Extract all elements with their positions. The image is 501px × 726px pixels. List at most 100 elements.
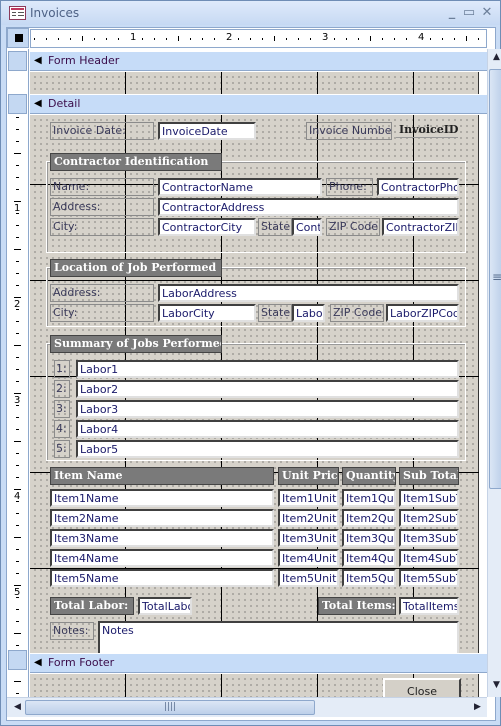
form-footer-grid[interactable]: Close	[30, 674, 479, 697]
ruler-tick	[202, 38, 203, 40]
unit-price-field[interactable]: Item2UnitPr	[278, 509, 339, 527]
unit-price-field[interactable]: Item5UnitPr	[278, 569, 339, 587]
section-selector-footer[interactable]	[8, 650, 27, 670]
ruler-tick	[454, 38, 455, 40]
scroll-up-icon[interactable]: ▲	[488, 49, 501, 66]
ruler-tick	[16, 645, 19, 646]
ruler-label: 4	[418, 32, 425, 43]
ruler-tick	[46, 38, 47, 40]
ruler-tick	[16, 429, 19, 430]
item-name-field[interactable]: Item3Name	[50, 529, 274, 547]
ruler-tick	[14, 297, 21, 298]
total-labor-field[interactable]: TotalLabor	[138, 597, 192, 615]
ruler-tick	[334, 38, 335, 40]
horizontal-scrollbar[interactable]: ◀ |||| ▶	[7, 697, 487, 717]
sub-total-field[interactable]: Item1SubTc	[399, 489, 459, 507]
invoice-number-label: Invoice Number:	[306, 122, 392, 140]
ruler-tick	[16, 549, 19, 550]
contractor-city-field[interactable]: ContractorCity	[158, 218, 256, 236]
contractor-name-field[interactable]: ContractorName	[158, 178, 322, 196]
form-design-area: 1 2 3 4 1 2 3 4 5 ◀ Form Header ◀ Detail…	[6, 27, 501, 721]
invoice-number-field[interactable]: InvoiceID	[396, 122, 458, 138]
total-items-field[interactable]: TotalItems	[399, 597, 459, 615]
title-bar: Invoices _ ▭ ✕	[1, 1, 500, 25]
sub-total-field[interactable]: Item2SubTc	[399, 509, 459, 527]
location-zip-field[interactable]: LaborZIPCode	[386, 304, 459, 322]
form-header-grid[interactable]	[30, 72, 479, 95]
ruler-tick	[16, 597, 19, 598]
ruler-tick	[190, 38, 191, 40]
form-selector[interactable]	[7, 28, 29, 48]
section-arrow-icon: ◀	[34, 657, 42, 668]
section-selector-detail[interactable]	[8, 94, 27, 114]
unit-price-field[interactable]: Item4UnitPr	[278, 549, 339, 567]
ruler-tick	[16, 129, 19, 130]
contractor-phone-field[interactable]: ContractorPhon	[377, 178, 459, 196]
contractor-address-field[interactable]: ContractorAddress	[158, 198, 459, 216]
ruler-tick	[166, 38, 167, 40]
close-button[interactable]: Close	[383, 678, 461, 697]
sub-total-field[interactable]: Item5SubTc	[399, 569, 459, 587]
vertical-scroll-thumb[interactable]	[489, 69, 501, 489]
contractor-state-field[interactable]: Conti	[292, 218, 322, 236]
sub-total-field[interactable]: Item3SubTc	[399, 529, 459, 547]
form-footer-band[interactable]: ◀ Form Footer	[30, 653, 487, 673]
contractor-zip-field[interactable]: ContractorZIPC	[382, 218, 459, 236]
scroll-down-icon[interactable]: ▼	[488, 677, 501, 694]
form-header-band[interactable]: ◀ Form Header	[30, 51, 487, 71]
ruler-tick	[16, 285, 19, 286]
invoice-date-field[interactable]: InvoiceDate	[158, 122, 256, 140]
minimize-icon[interactable]: _	[444, 5, 460, 21]
ruler-tick	[298, 38, 299, 40]
ruler-label: 1	[130, 32, 137, 43]
ruler-tick	[250, 38, 251, 40]
section-arrow-icon: ◀	[34, 98, 42, 109]
item-name-field[interactable]: Item2Name	[50, 509, 274, 527]
item-name-field[interactable]: Item1Name	[50, 489, 274, 507]
scroll-left-icon[interactable]: ◀	[9, 699, 26, 716]
horizontal-scroll-thumb[interactable]: ||||	[25, 700, 315, 715]
unit-price-field[interactable]: Item1UnitPr	[278, 489, 339, 507]
ruler-tick	[16, 417, 19, 418]
ruler-tick	[118, 38, 119, 40]
ruler-tick	[214, 38, 215, 40]
quantity-field[interactable]: Item2Qua	[342, 509, 396, 527]
sub-total-field[interactable]: Item4SubTc	[399, 549, 459, 567]
ruler-tick	[406, 38, 407, 40]
unit-price-field[interactable]: Item3UnitPr	[278, 529, 339, 547]
horizontal-ruler[interactable]: 1 2 3 4	[30, 29, 487, 48]
location-state-field[interactable]: Labor!	[292, 304, 325, 322]
scroll-right-icon[interactable]: ▶	[469, 699, 486, 716]
maximize-icon[interactable]: ▭	[461, 5, 477, 21]
summary-row-field[interactable]: Labor1	[76, 360, 459, 378]
item-name-field[interactable]: Item5Name	[50, 569, 274, 587]
summary-row-field[interactable]: Labor5	[76, 440, 459, 458]
vertical-ruler[interactable]: 1 2 3 4 5	[7, 49, 29, 697]
total-items-label: Total Items:	[318, 597, 396, 615]
close-icon[interactable]: ✕	[479, 5, 495, 21]
ruler-tick	[14, 249, 21, 250]
location-address-field[interactable]: LaborAddress	[158, 284, 459, 302]
form-canvas: ◀ Form Header ◀ Detail Invoice Date: Inv…	[30, 49, 487, 697]
detail-grid[interactable]: Invoice Date: InvoiceDate Invoice Number…	[30, 115, 479, 667]
detail-label: Detail	[48, 97, 81, 110]
quantity-field[interactable]: Item1Qua	[342, 489, 396, 507]
detail-band[interactable]: ◀ Detail	[30, 94, 487, 114]
item-name-field[interactable]: Item4Name	[50, 549, 274, 567]
quantity-field[interactable]: Item3Qua	[342, 529, 396, 547]
ruler-tick	[274, 36, 275, 41]
summary-row-field[interactable]: Labor3	[76, 400, 459, 418]
ruler-tick	[346, 38, 347, 40]
ruler-tick	[34, 38, 35, 40]
sub-total-header: Sub Total	[399, 467, 459, 485]
summary-row-field[interactable]: Labor2	[76, 380, 459, 398]
location-city-field[interactable]: LaborCity	[158, 304, 256, 322]
ruler-tick	[16, 357, 19, 358]
section-arrow-icon: ◀	[34, 55, 42, 66]
ruler-tick	[16, 225, 19, 226]
quantity-field[interactable]: Item5Qua	[342, 569, 396, 587]
vertical-scrollbar[interactable]: ▲ ▼	[487, 49, 501, 697]
section-selector-header[interactable]	[8, 51, 27, 71]
quantity-field[interactable]: Item4Qua	[342, 549, 396, 567]
summary-row-field[interactable]: Labor4	[76, 420, 459, 438]
